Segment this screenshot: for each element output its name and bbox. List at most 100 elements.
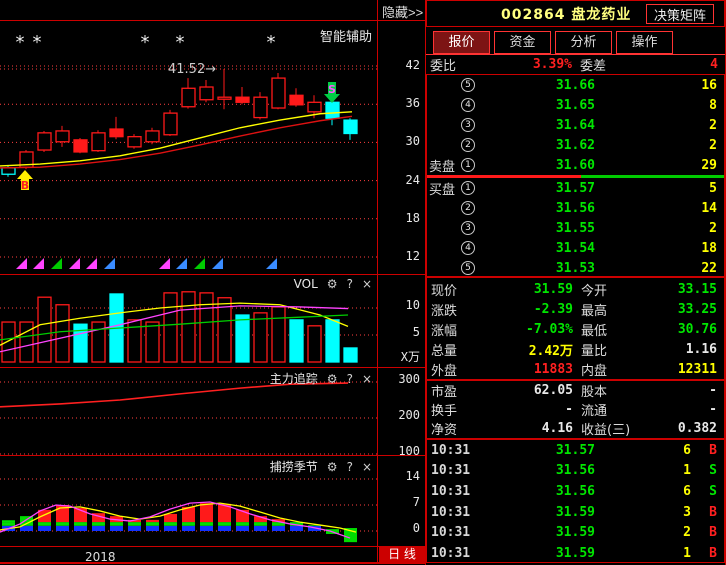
chart-top-bar: 隐藏>> <box>0 0 425 21</box>
gear-icon[interactable]: ⚙ <box>327 373 338 385</box>
pane-separator <box>0 274 425 275</box>
close-icon[interactable]: × <box>362 461 372 473</box>
stat-value: - <box>657 383 717 398</box>
weibi-label: 委比 <box>430 55 490 74</box>
weibi-row: 委比 3.39% 委差 4 <box>426 55 725 74</box>
tick-row: 10:3131.593B <box>427 502 724 523</box>
level-quantity: 2 <box>595 221 717 236</box>
help-icon[interactable]: ? <box>347 461 353 473</box>
level-number: 4 <box>461 241 475 255</box>
vol-pane-title: VOL <box>294 277 318 291</box>
buy-level-row[interactable]: 531.5322 <box>427 258 724 277</box>
tick-side: S <box>691 484 717 499</box>
level-quantity: 14 <box>595 201 717 216</box>
level-quantity: 2 <box>595 118 717 133</box>
stat-value: 62.05 <box>493 383 573 398</box>
level-number: 1 <box>461 181 475 195</box>
buy-level-row[interactable]: 买盘131.575 <box>427 178 724 198</box>
tick-row: 10:3131.576B <box>427 440 724 461</box>
stat-label: 量比 <box>573 340 657 359</box>
svg-text:*: * <box>33 32 42 53</box>
tick-time: 10:31 <box>431 505 493 520</box>
tick-time: 10:31 <box>431 463 493 478</box>
tick-time: 10:31 <box>431 484 493 499</box>
level-number: 1 <box>461 158 475 172</box>
stat-label: 外盘 <box>431 360 493 379</box>
buy-level-row[interactable]: 231.5614 <box>427 198 724 218</box>
period-daily-badge[interactable]: 日 线 <box>379 546 425 563</box>
svg-text:*: * <box>267 32 276 53</box>
help-icon[interactable]: ? <box>347 373 353 385</box>
tick-row: 10:3131.591B <box>427 543 724 563</box>
close-icon[interactable]: × <box>362 373 372 385</box>
stat-label: 最高 <box>573 300 657 319</box>
level-quantity: 29 <box>595 158 717 173</box>
zhuli-pane-title: 主力追踪 <box>270 370 318 387</box>
level-price: 31.55 <box>483 221 595 236</box>
stat-label: 现价 <box>431 280 493 299</box>
tick-volume: 6 <box>595 484 691 499</box>
sell-level-row[interactable]: 卖盘1 31.6029 <box>427 155 724 175</box>
gear-icon[interactable]: ⚙ <box>327 278 338 290</box>
tick-volume: 2 <box>595 525 691 540</box>
level-price: 31.54 <box>483 241 595 256</box>
level-price: 31.65 <box>483 98 595 113</box>
fundamentals: 市盈62.05股本-换手-流通-净资4.16收益(三)0.382 <box>426 380 725 439</box>
sell-level-row[interactable]: 531.6616 <box>427 75 724 95</box>
sell-level-row[interactable]: 231.622 <box>427 135 724 155</box>
sell-level-row[interactable]: 331.642 <box>427 115 724 135</box>
level-prefix: 卖盘 <box>429 156 461 175</box>
stat-value: -2.39 <box>493 302 573 317</box>
axis-label: 0 <box>380 521 420 535</box>
level-price: 31.60 <box>483 158 595 173</box>
stat-row: 涨跌-2.39最高33.25 <box>427 299 724 319</box>
weicha-label: 委差 <box>572 55 652 74</box>
tick-price: 31.57 <box>493 443 595 458</box>
axis-label: 100 <box>380 444 420 458</box>
tab-0[interactable]: 报价 <box>433 31 490 54</box>
vol-pane-header: VOL ⚙ ? × <box>294 277 372 291</box>
sell-level-row[interactable]: 431.658 <box>427 95 724 115</box>
svg-text:B: B <box>21 179 29 192</box>
level-quantity: 18 <box>595 241 717 256</box>
stat-label: 最低 <box>573 320 657 339</box>
quote-stats: 现价31.59今开33.15涨跌-2.39最高33.25涨幅-7.03%最低30… <box>426 277 725 380</box>
stat-row: 总量2.42万量比1.16 <box>427 339 724 359</box>
tab-2[interactable]: 分析 <box>555 31 612 54</box>
stat-value: - <box>493 402 573 417</box>
time-and-sales: 10:3131.576B10:3131.561S10:3131.566S10:3… <box>426 439 725 563</box>
level-quantity: 22 <box>595 261 717 276</box>
chart-area: 智能辅助 *****41.52→BS VOL ⚙ ? × 主力追踪 ⚙ ? × … <box>0 21 377 563</box>
level-price: 31.56 <box>483 201 595 216</box>
buy-level-row[interactable]: 3 31.552 <box>427 218 724 238</box>
tick-price: 31.59 <box>493 505 595 520</box>
level-quantity: 2 <box>595 138 717 153</box>
stat-value: 33.25 <box>657 302 717 317</box>
stat-label: 涨幅 <box>431 320 493 339</box>
stock-code: 002864 <box>501 7 565 23</box>
stat-value: 1.16 <box>657 342 717 357</box>
tick-time: 10:31 <box>431 546 493 561</box>
stat-value: 30.76 <box>657 322 717 337</box>
level-quantity: 8 <box>595 98 717 113</box>
help-icon[interactable]: ? <box>347 278 353 290</box>
stat-label: 换手 <box>431 400 493 419</box>
level-number: 3 <box>461 221 475 235</box>
gear-icon[interactable]: ⚙ <box>327 461 338 473</box>
svg-text:*: * <box>16 32 25 53</box>
tab-3[interactable]: 操作 <box>616 31 673 54</box>
tick-volume: 1 <box>595 546 691 561</box>
decision-matrix-button[interactable]: 决策矩阵 <box>646 4 714 24</box>
close-icon[interactable]: × <box>362 278 372 290</box>
stat-row: 市盈62.05股本- <box>427 381 724 400</box>
buy-level-row[interactable]: 4 31.5418 <box>427 238 724 258</box>
level-number: 2 <box>461 138 475 152</box>
bolao-pane-header: 捕捞季节 ⚙ ? × <box>270 458 372 475</box>
tab-1[interactable]: 资金 <box>494 31 551 54</box>
svg-text:41.52→: 41.52→ <box>168 62 216 77</box>
stat-value: - <box>657 402 717 417</box>
stat-value: 0.382 <box>657 421 717 436</box>
axis-label: 18 <box>380 211 420 225</box>
tick-time: 10:31 <box>431 525 493 540</box>
stat-label: 涨跌 <box>431 300 493 319</box>
